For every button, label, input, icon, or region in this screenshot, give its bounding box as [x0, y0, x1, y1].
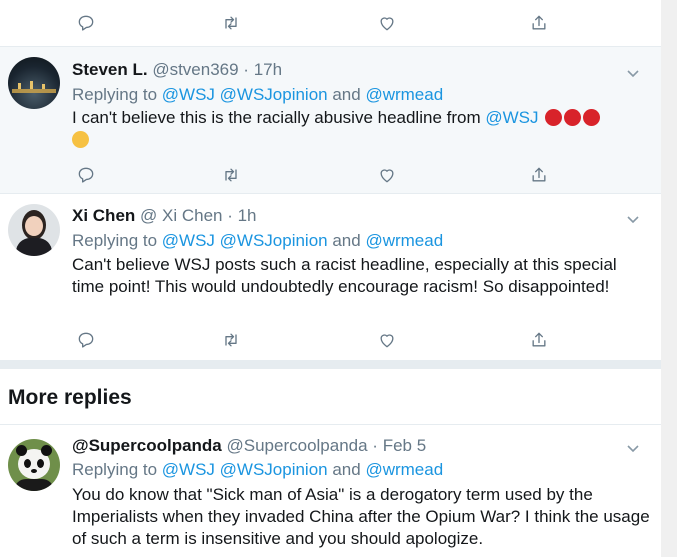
scrollbar[interactable]	[661, 0, 677, 557]
share-icon[interactable]	[527, 163, 551, 187]
reply-icon[interactable]	[74, 11, 98, 35]
avatar[interactable]	[8, 439, 60, 491]
mention-link[interactable]: @WSJ @WSJopinion	[162, 460, 328, 479]
author-handle: @Supercoolpanda · Feb 5	[226, 436, 427, 455]
retweet-icon[interactable]	[219, 11, 243, 35]
angry-face-icon	[583, 109, 601, 126]
reply-icon[interactable]	[74, 328, 98, 352]
like-icon[interactable]	[375, 11, 399, 35]
tweet-steven[interactable]: Steven L. @stven369 · 17h Replying to @W…	[0, 47, 661, 193]
author-name[interactable]: Steven L.	[72, 60, 148, 79]
like-icon[interactable]	[375, 328, 399, 352]
replying-prefix: Replying to	[72, 231, 162, 250]
share-icon[interactable]	[527, 328, 551, 352]
section-separator	[0, 360, 661, 369]
author-handle: @stven369 · 17h	[152, 60, 283, 79]
tweet-text: Can't believe WSJ posts such a racist he…	[72, 255, 617, 296]
share-icon[interactable]	[527, 11, 551, 35]
chevron-down-icon[interactable]	[626, 441, 640, 453]
tweet-supercoolpanda[interactable]: @Supercoolpanda @Supercoolpanda · Feb 5 …	[0, 425, 661, 557]
mention-link[interactable]: @WSJ	[485, 108, 538, 127]
replying-to: Replying to @WSJ @WSJopinion and @wrmead	[72, 85, 443, 105]
mention-link[interactable]: @WSJ @WSJopinion	[162, 231, 328, 250]
reply-icon[interactable]	[74, 163, 98, 187]
mention-link[interactable]: @WSJ @WSJopinion	[162, 85, 328, 104]
tweet-text-part: I can't believe this is the racially abu…	[72, 108, 486, 127]
replying-prefix: Replying to	[72, 85, 162, 104]
retweet-icon[interactable]	[219, 163, 243, 187]
replying-to: Replying to @WSJ @WSJopinion and @wrmead	[72, 231, 443, 251]
avatar[interactable]	[8, 204, 60, 256]
replying-prefix: Replying to	[72, 460, 162, 479]
retweet-icon[interactable]	[219, 328, 243, 352]
section-title: More replies	[8, 386, 132, 409]
tweet-actions-top	[0, 11, 661, 47]
mention-link[interactable]: @wrmead	[365, 231, 443, 250]
angry-face-icon	[564, 109, 582, 126]
replying-to: Replying to @WSJ @WSJopinion and @wrmead	[72, 460, 443, 480]
cursing-face-icon	[72, 131, 89, 148]
tweet-header: Steven L. @stven369 · 17h	[72, 60, 282, 80]
tweet-header: @Supercoolpanda @Supercoolpanda · Feb 5	[72, 436, 426, 456]
author-name[interactable]: Xi Chen	[72, 206, 135, 225]
angry-face-icon	[545, 109, 563, 126]
like-icon[interactable]	[375, 163, 399, 187]
avatar[interactable]	[8, 57, 60, 109]
replying-and: and	[327, 231, 366, 250]
mention-link[interactable]: @wrmead	[365, 85, 443, 104]
mention-link[interactable]: @wrmead	[365, 460, 443, 479]
replying-and: and	[327, 460, 366, 479]
tweet-text: I can't believe this is the racially abu…	[72, 107, 652, 151]
author-handle: @ Xi Chen · 1h	[140, 206, 257, 225]
tweet-text: You do know that "Sick man of Asia" is a…	[72, 485, 650, 548]
tweet-header: Xi Chen @ Xi Chen · 1h	[72, 206, 257, 226]
replying-and: and	[327, 85, 366, 104]
tweet-xi-chen[interactable]: Xi Chen @ Xi Chen · 1h Replying to @WSJ …	[0, 194, 661, 359]
chevron-down-icon[interactable]	[626, 212, 640, 224]
chevron-down-icon[interactable]	[626, 66, 640, 78]
author-name[interactable]: @Supercoolpanda	[72, 436, 222, 455]
tweet-actions	[0, 328, 661, 364]
